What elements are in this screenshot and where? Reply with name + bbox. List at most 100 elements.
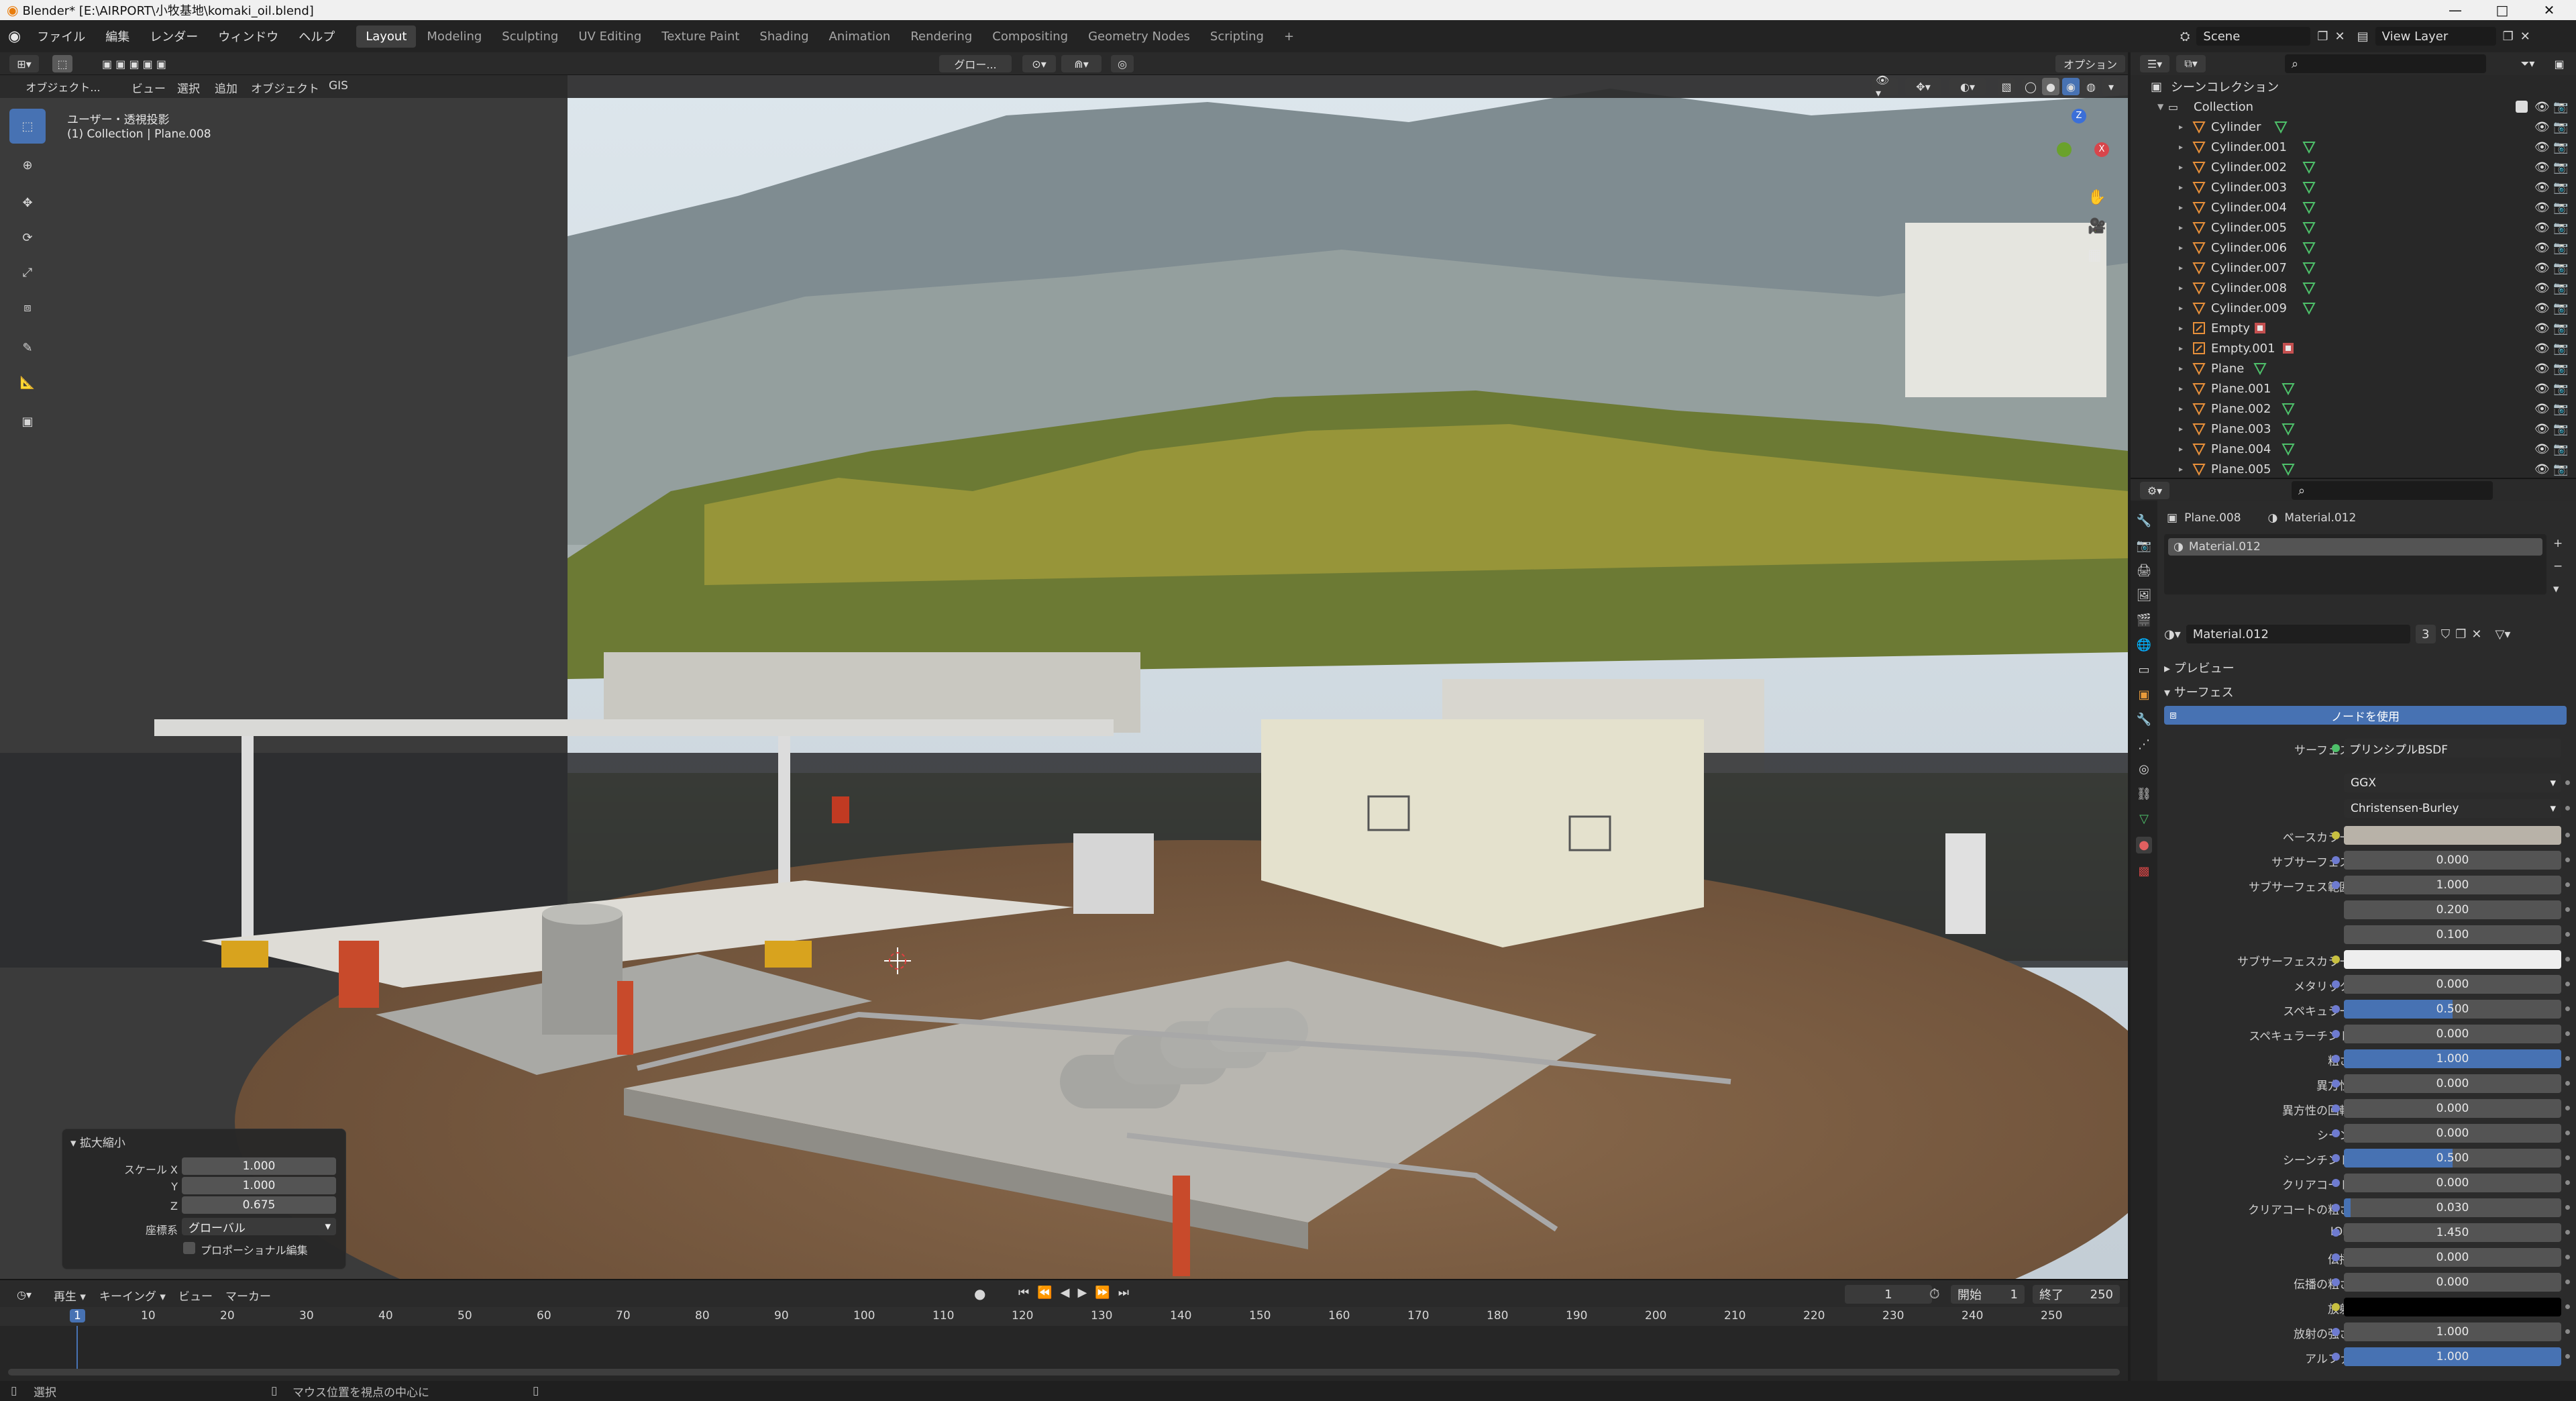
- timeline-scrollbar[interactable]: [8, 1369, 2120, 1376]
- properties-editor-type-button[interactable]: ⚙▾: [2140, 482, 2169, 499]
- tab-scripting[interactable]: Scripting: [1201, 25, 1273, 48]
- texture-tab-icon[interactable]: ▩: [2138, 864, 2149, 878]
- render-tab-icon[interactable]: 📷: [2137, 539, 2151, 553]
- eye-icon[interactable]: 👁: [2534, 362, 2550, 376]
- maximize-button[interactable]: □: [2475, 0, 2529, 20]
- minimize-button[interactable]: —: [2428, 0, 2482, 20]
- solid-shading-icon[interactable]: ●: [2042, 78, 2059, 95]
- param-value-field[interactable]: 1.000: [2344, 876, 2561, 894]
- gizmo-y-axis[interactable]: [2057, 142, 2072, 157]
- world-tab-icon[interactable]: 🌐: [2137, 638, 2151, 652]
- outliner-item[interactable]: ▸ Cylinder.003 👁 📷: [2131, 177, 2576, 197]
- outliner-item[interactable]: ▸ Cylinder.005 👁 📷: [2131, 217, 2576, 238]
- mesh-data-icon[interactable]: [2302, 140, 2316, 154]
- scene-selector[interactable]: Scene: [2196, 27, 2311, 46]
- wireframe-shading-icon[interactable]: ◯: [2022, 78, 2039, 95]
- preview-section[interactable]: ▸ プレビュー: [2164, 659, 2235, 676]
- menu-add[interactable]: 追加: [215, 79, 237, 96]
- keyframe-dot[interactable]: [2565, 806, 2570, 811]
- gizmo-z-axis[interactable]: Z: [2072, 109, 2086, 123]
- outliner-item[interactable]: ▸ Plane.003 👁 📷: [2131, 419, 2576, 439]
- keyframe-dot[interactable]: [2565, 1280, 2570, 1284]
- image-data-icon[interactable]: [2253, 321, 2267, 335]
- outliner-item[interactable]: ▸ Empty 👁 📷: [2131, 318, 2576, 338]
- editor-type-button[interactable]: ⊞▾: [9, 55, 39, 72]
- slot-specials-icon[interactable]: ▾: [2553, 582, 2563, 596]
- param-value-field[interactable]: 0.200: [2344, 900, 2561, 919]
- tab-geometry-nodes[interactable]: Geometry Nodes: [1079, 25, 1199, 48]
- tab-compositing[interactable]: Compositing: [983, 25, 1077, 48]
- eye-icon[interactable]: 👁: [2534, 382, 2550, 396]
- menu-gis[interactable]: GIS: [329, 79, 348, 93]
- mesh-data-icon[interactable]: [2302, 160, 2316, 174]
- tab-sculpting[interactable]: Sculpting: [492, 25, 568, 48]
- blender-menu-icon[interactable]: ◉: [8, 28, 21, 45]
- mode-dropdown[interactable]: オブジェクト...: [9, 78, 117, 95]
- material-browse-icon[interactable]: ◑▾: [2164, 627, 2181, 641]
- outliner-item[interactable]: ▸ Cylinder.004 👁 📷: [2131, 197, 2576, 217]
- collection-tab-icon[interactable]: ▭: [2138, 663, 2149, 677]
- eye-icon[interactable]: 👁: [2534, 422, 2550, 436]
- eye-icon[interactable]: 👁: [2534, 462, 2550, 476]
- color-swatch[interactable]: [2344, 950, 2561, 969]
- keyframe-dot[interactable]: [2565, 1131, 2570, 1135]
- color-swatch[interactable]: [2344, 1298, 2561, 1316]
- expand-icon[interactable]: ▸: [2179, 243, 2183, 252]
- param-value-field[interactable]: 1.450: [2344, 1223, 2561, 1242]
- camera-icon[interactable]: 📷: [2553, 140, 2568, 154]
- keyframe-dot[interactable]: [2565, 833, 2570, 837]
- outliner-item[interactable]: ▸ Cylinder.006 👁 📷: [2131, 238, 2576, 258]
- data-tab-icon[interactable]: ▽: [2139, 812, 2149, 826]
- proportional-checkbox[interactable]: [183, 1242, 195, 1254]
- snap-icon[interactable]: ⋒▾: [1061, 55, 1102, 72]
- proportional-edit-icon[interactable]: ◎: [1111, 55, 1134, 72]
- particles-tab-icon[interactable]: ⋰: [2138, 737, 2150, 751]
- next-keyframe-icon[interactable]: ⏩: [1095, 1286, 1110, 1300]
- keyframe-dot[interactable]: [2565, 1304, 2570, 1309]
- add-workspace-icon[interactable]: +: [1275, 25, 1303, 48]
- filter-icon[interactable]: ⏷▾: [2513, 55, 2542, 72]
- surface-section[interactable]: ▾ サーフェス: [2164, 683, 2234, 701]
- overlay-toggle-icon[interactable]: ◐▾: [1949, 78, 1986, 95]
- mesh-data-icon[interactable]: [2302, 201, 2316, 215]
- expand-icon[interactable]: ▸: [2179, 263, 2183, 272]
- physics-tab-icon[interactable]: ◎: [2139, 762, 2149, 776]
- color-swatch[interactable]: [2344, 826, 2561, 845]
- keyframe-dot[interactable]: [2565, 1255, 2570, 1259]
- param-value-field[interactable]: 1.000: [2344, 1049, 2561, 1068]
- display-mode-button[interactable]: ⧉▾: [2176, 55, 2206, 72]
- camera-icon[interactable]: 📷: [2553, 201, 2568, 215]
- keyframe-dot[interactable]: [2565, 907, 2570, 912]
- modifier-tab-icon[interactable]: 🔧: [2137, 713, 2151, 727]
- eye-icon[interactable]: 👁: [2534, 140, 2550, 154]
- eye-icon[interactable]: 👁: [2534, 342, 2550, 356]
- mesh-data-icon[interactable]: [2302, 221, 2316, 235]
- expand-icon[interactable]: ▸: [2179, 283, 2183, 293]
- surface-shader-field[interactable]: プリンシプルBSDF: [2344, 739, 2561, 758]
- outliner-item[interactable]: ▸ Empty.001 👁 📷: [2131, 338, 2576, 358]
- outliner-item[interactable]: ▸ Plane.002 👁 📷: [2131, 399, 2576, 419]
- param-value-field[interactable]: 0.000: [2344, 1273, 2561, 1292]
- keyframe-dot[interactable]: [2565, 858, 2570, 862]
- menu-view[interactable]: ビュー: [131, 79, 166, 96]
- eye-icon[interactable]: 👁: [2534, 221, 2550, 235]
- object-tab-icon[interactable]: ▣: [2138, 688, 2149, 702]
- param-value-field[interactable]: 0.100: [2344, 925, 2561, 944]
- expand-icon[interactable]: ▸: [2179, 323, 2183, 333]
- mesh-data-icon[interactable]: [2282, 462, 2295, 476]
- mesh-data-icon[interactable]: [2302, 301, 2316, 315]
- select-tool-icon[interactable]: ⬚: [52, 55, 72, 72]
- outliner-item[interactable]: ▸ Cylinder.007 👁 📷: [2131, 258, 2576, 278]
- cursor-tool-icon[interactable]: ⊕: [9, 148, 46, 183]
- param-value-field[interactable]: 1.000: [2344, 1347, 2561, 1366]
- mesh-data-icon[interactable]: [2282, 382, 2295, 396]
- eye-icon[interactable]: 👁: [2534, 180, 2550, 195]
- keyframe-dot[interactable]: [2565, 1329, 2570, 1334]
- orientation-dropdown[interactable]: グローバル ▾: [182, 1218, 336, 1235]
- eye-icon[interactable]: 👁: [2534, 261, 2550, 275]
- menu-playback[interactable]: 再生 ▾: [54, 1287, 86, 1304]
- camera-icon[interactable]: 📷: [2553, 120, 2568, 134]
- eye-icon[interactable]: 👁: [2534, 281, 2550, 295]
- mesh-data-icon[interactable]: [2302, 180, 2316, 195]
- menu-file[interactable]: ファイル: [28, 25, 95, 48]
